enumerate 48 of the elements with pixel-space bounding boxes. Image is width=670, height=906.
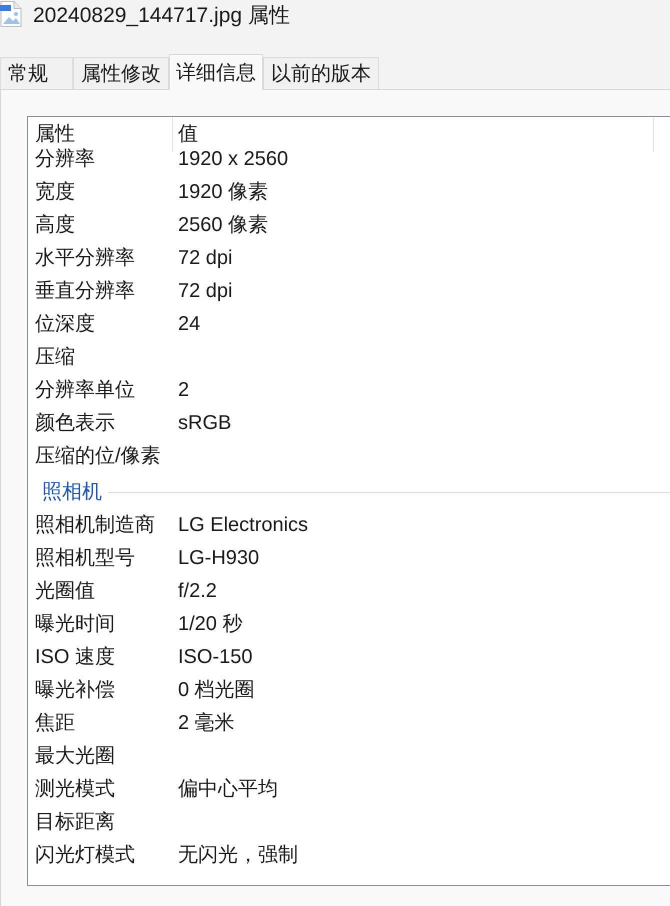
property-label: 照相机型号 — [35, 547, 135, 569]
property-value: LG Electronics — [178, 514, 308, 536]
property-value: 无闪光，强制 — [178, 844, 298, 866]
property-value: 0 档光圈 — [178, 679, 255, 701]
property-label: 颜色表示 — [35, 412, 115, 434]
column-header[interactable]: 值 — [172, 117, 670, 144]
property-value: ISO-150 — [178, 646, 252, 668]
tab[interactable]: 详细信息 — [169, 54, 263, 90]
property-label: ISO 速度 — [35, 646, 116, 668]
property-label: 曝光时间 — [35, 613, 115, 635]
property-value: sRGB — [178, 412, 232, 434]
property-value: 2 — [178, 379, 190, 401]
property-value: LG-H930 — [178, 547, 260, 569]
property-value: f/2.2 — [178, 580, 217, 602]
property-label: 分辨率 — [35, 148, 95, 170]
property-label: 曝光补偿 — [35, 679, 115, 701]
details-list[interactable] — [27, 116, 670, 886]
property-value: 2 毫米 — [178, 712, 235, 734]
property-label: 高度 — [35, 214, 75, 236]
property-label: 压缩 — [35, 346, 75, 368]
property-label: 分辨率单位 — [35, 379, 135, 401]
tab[interactable]: 常规 — [0, 57, 73, 89]
property-label: 水平分辨率 — [35, 247, 135, 269]
property-label: 最大光圈 — [35, 745, 115, 767]
property-value: 24 — [178, 313, 200, 335]
property-label: 照相机制造商 — [35, 514, 155, 536]
property-label: 焦距 — [35, 712, 75, 734]
property-label: 目标距离 — [35, 811, 115, 833]
group-heading: 照相机 — [42, 481, 102, 503]
property-value: 1920 像素 — [178, 181, 268, 203]
property-value: 2560 像素 — [178, 214, 268, 236]
property-label: 宽度 — [35, 181, 75, 203]
tab[interactable]: 属性修改 — [73, 57, 169, 89]
property-label: 光圈值 — [35, 580, 95, 602]
property-label: 垂直分辨率 — [35, 280, 135, 302]
property-value: 1/20 秒 — [178, 613, 242, 635]
property-label: 位深度 — [35, 313, 95, 335]
image-file-icon — [0, 0, 22, 26]
tab[interactable]: 以前的版本 — [263, 57, 379, 89]
property-value: 偏中心平均 — [178, 778, 278, 800]
property-value: 1920 x 2560 — [178, 148, 288, 170]
property-label: 测光模式 — [35, 778, 115, 800]
column-header[interactable]: 属性 — [28, 117, 172, 144]
property-label: 压缩的位/像素 — [35, 445, 161, 467]
property-value: 72 dpi — [178, 280, 232, 302]
property-label: 闪光灯模式 — [35, 844, 135, 866]
property-value: 72 dpi — [178, 247, 232, 269]
window-title: 20240829_144717.jpg 属性 — [33, 4, 290, 28]
